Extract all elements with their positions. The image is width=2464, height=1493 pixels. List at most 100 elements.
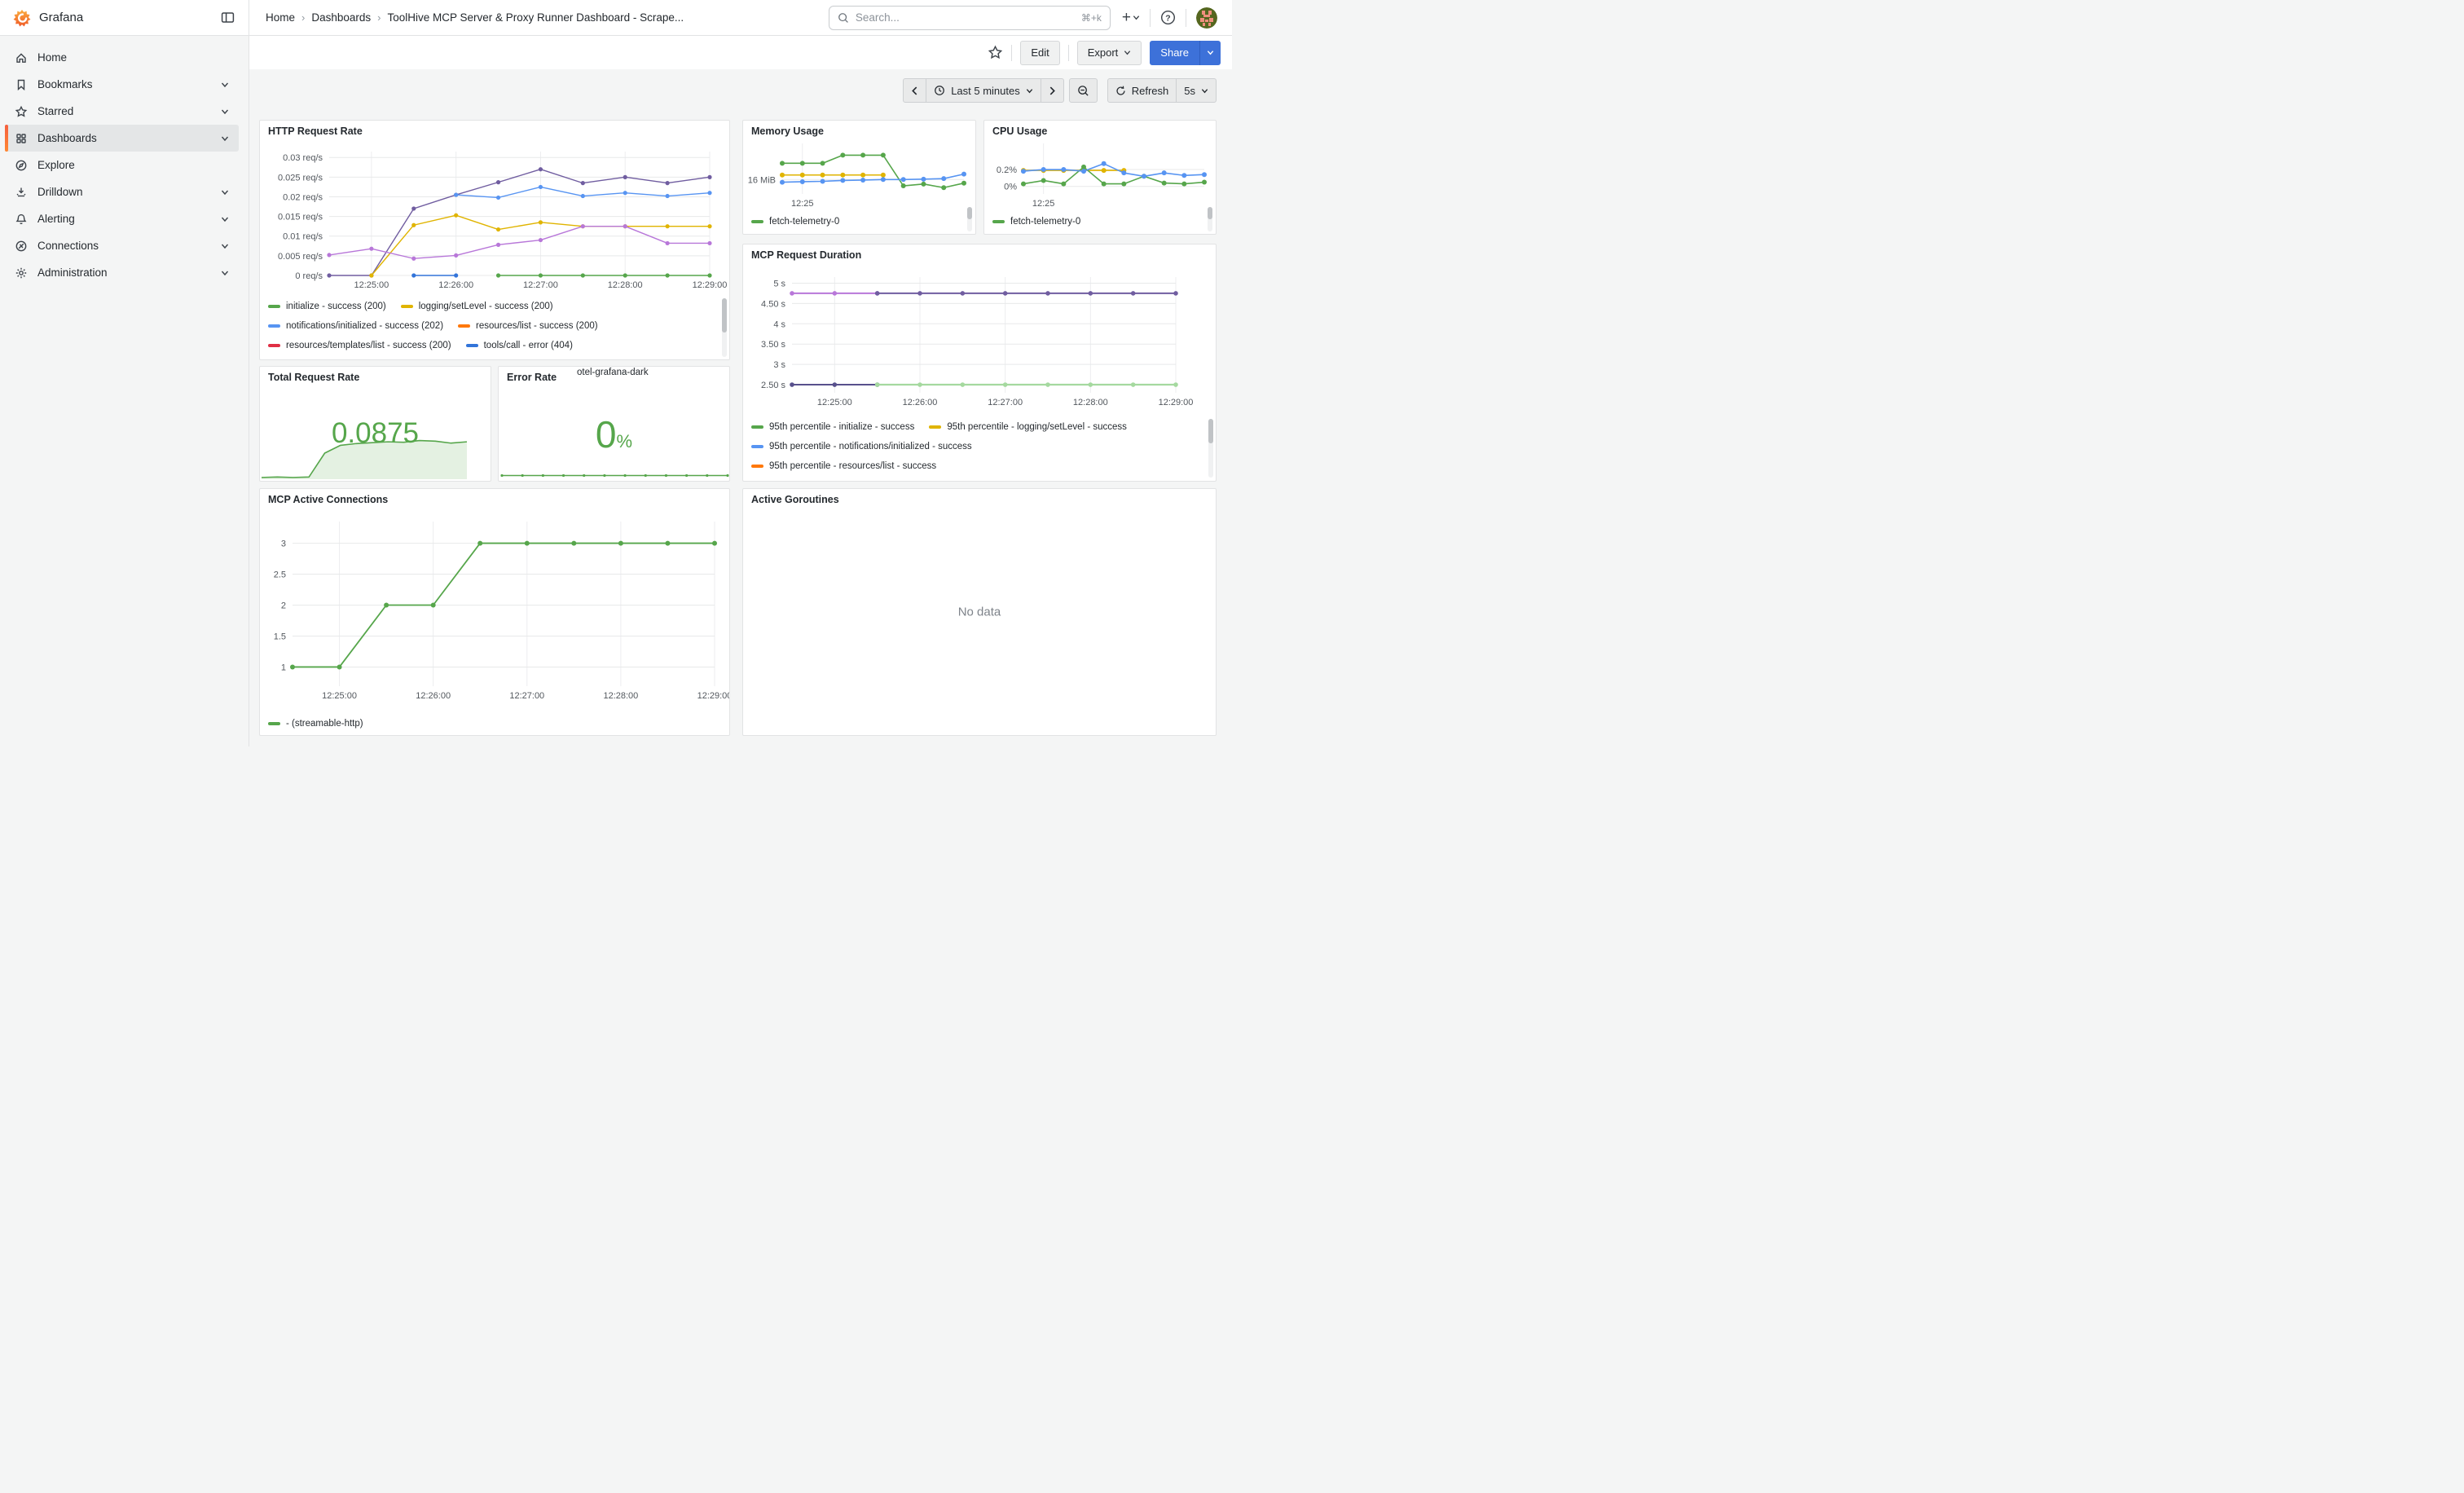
svg-text:12:29:00: 12:29:00: [1159, 398, 1194, 407]
sidebar-item-home[interactable]: Home: [5, 44, 239, 71]
share-menu-button[interactable]: [1199, 41, 1221, 65]
svg-text:12:25: 12:25: [1032, 199, 1055, 209]
refresh-interval-picker[interactable]: 5s: [1176, 78, 1217, 103]
http-request-rate-chart[interactable]: 12:25:0012:26:0012:27:0012:28:0012:29:00…: [260, 142, 729, 295]
sidebar-item-label: Connections: [37, 240, 99, 252]
panel-mcp-request-duration: MCP Request Duration 12:25:0012:26:0012:…: [742, 244, 1217, 482]
legend-item[interactable]: - (streamable-http): [268, 719, 363, 729]
legend-item[interactable]: resources/templates/list - success (200): [268, 341, 451, 350]
chevron-down-icon[interactable]: [221, 242, 229, 250]
legend-item[interactable]: initialize - success (200): [268, 302, 386, 311]
time-range-picker[interactable]: Last 5 minutes: [926, 78, 1041, 103]
panel-error-rate: Error Rate 0%: [498, 366, 730, 482]
legend-item[interactable]: 95th percentile - initialize - success: [751, 422, 914, 432]
share-button[interactable]: Share: [1150, 41, 1199, 65]
panel-title[interactable]: Memory Usage: [751, 126, 824, 137]
panel-title[interactable]: Total Request Rate: [268, 372, 359, 383]
sidebar-item-label: Home: [37, 51, 67, 64]
legend-swatch: [751, 425, 763, 429]
new-menu-button[interactable]: +: [1122, 6, 1140, 30]
breadcrumb-home[interactable]: Home: [266, 11, 295, 24]
zoom-out-time-button[interactable]: [1069, 78, 1098, 103]
svg-text:1.5: 1.5: [274, 632, 286, 641]
cpu-usage-chart[interactable]: 12:250.2%0%: [984, 139, 1216, 207]
legend-item[interactable]: 95th percentile - notifications/initiali…: [751, 442, 972, 451]
chevron-down-icon: [1026, 87, 1033, 95]
mcp-request-duration-chart[interactable]: 12:25:0012:26:0012:27:0012:28:0012:29:00…: [743, 266, 1216, 414]
chevron-down-icon[interactable]: [221, 215, 229, 223]
panel-title[interactable]: MCP Request Duration: [751, 249, 861, 261]
legend-swatch: [268, 305, 280, 308]
panel-title[interactable]: CPU Usage: [992, 126, 1047, 137]
svg-text:12:25:00: 12:25:00: [354, 280, 389, 290]
sidebar-item-dashboards[interactable]: Dashboards: [5, 125, 239, 152]
legend-item[interactable]: logging/setLevel - success (200): [401, 302, 553, 311]
gear-icon: [15, 266, 28, 280]
svg-text:12:28:00: 12:28:00: [603, 691, 638, 701]
sidebar-item-explore[interactable]: Explore: [5, 152, 239, 178]
chevron-down-icon[interactable]: [221, 269, 229, 277]
export-button[interactable]: Export: [1077, 41, 1142, 65]
edit-button[interactable]: Edit: [1020, 41, 1059, 65]
header-divider: [1150, 9, 1151, 27]
legend-scrollbar[interactable]: [1208, 419, 1213, 478]
breadcrumb-dashboards[interactable]: Dashboards: [311, 11, 371, 24]
help-button[interactable]: ?: [1160, 6, 1176, 30]
legend-scrollbar[interactable]: [722, 298, 727, 357]
time-shift-forward-button[interactable]: [1041, 78, 1064, 103]
time-shift-back-button[interactable]: [903, 78, 926, 103]
svg-text:0.015 req/s: 0.015 req/s: [278, 213, 323, 222]
legend-item[interactable]: 95th percentile - resources/list - succe…: [751, 461, 936, 471]
sidebar-item-connections[interactable]: Connections: [5, 232, 239, 259]
legend-swatch: [929, 425, 941, 429]
toolbar-divider: [1011, 45, 1012, 61]
legend-item[interactable]: notifications/initialized - success (202…: [268, 321, 443, 331]
sidebar-item-label: Administration: [37, 266, 108, 279]
legend-item[interactable]: fetch-telemetry-0: [992, 217, 1080, 227]
panel-title[interactable]: Active Goroutines: [751, 494, 839, 505]
svg-text:4 s: 4 s: [773, 319, 785, 329]
legend-item[interactable]: resources/list - success (200): [458, 321, 598, 331]
legend-item[interactable]: 95th percentile - logging/setLevel - suc…: [929, 422, 1127, 432]
search-input-box[interactable]: ⌘+k: [829, 6, 1111, 30]
user-avatar[interactable]: [1196, 7, 1217, 29]
sidebar-item-bookmarks[interactable]: Bookmarks: [5, 71, 239, 98]
svg-text:0.03 req/s: 0.03 req/s: [283, 153, 323, 163]
sidebar-item-label: Drilldown: [37, 186, 83, 198]
svg-text:0.2%: 0.2%: [997, 165, 1017, 175]
legend-scrollbar[interactable]: [1208, 207, 1212, 231]
sidebar-collapse-icon[interactable]: [218, 8, 237, 28]
sidebar-item-label: Bookmarks: [37, 78, 93, 90]
panel-title[interactable]: MCP Active Connections: [268, 494, 388, 505]
memory-legend: fetch-telemetry-0: [751, 212, 964, 231]
home-icon: [15, 51, 28, 64]
sidebar-item-drilldown[interactable]: Drilldown: [5, 178, 239, 205]
sidebar-item-administration[interactable]: Administration: [5, 259, 239, 286]
sidebar-item-starred[interactable]: Starred: [5, 98, 239, 125]
refresh-button[interactable]: Refresh: [1107, 78, 1177, 103]
bell-icon: [15, 213, 28, 226]
svg-text:5 s: 5 s: [773, 279, 785, 288]
sidebar-item-label: Explore: [37, 159, 75, 171]
panel-title[interactable]: HTTP Request Rate: [268, 126, 363, 137]
error-rate-sparkline[interactable]: [500, 465, 729, 479]
chevron-down-icon[interactable]: [221, 108, 229, 116]
panel-title[interactable]: Error Rate: [507, 372, 557, 383]
legend-item[interactable]: tools/call - error (404): [466, 341, 573, 350]
favorite-star-button[interactable]: [988, 45, 1003, 60]
help-icon: ?: [1160, 10, 1176, 25]
cpu-legend: fetch-telemetry-0: [992, 212, 1204, 231]
panel-http-request-rate: HTTP Request Rate 12:25:0012:26:0012:27:…: [259, 120, 730, 360]
memory-usage-chart[interactable]: 12:2516 MiB: [743, 139, 975, 207]
mcp-active-connections-chart[interactable]: 12:25:0012:26:0012:27:0012:28:0012:29:00…: [260, 510, 729, 711]
error-rate-number: 0: [596, 413, 617, 456]
breadcrumb-current: ToolHive MCP Server & Proxy Runner Dashb…: [388, 11, 684, 24]
chevron-down-icon[interactable]: [221, 188, 229, 196]
chevron-down-icon[interactable]: [221, 134, 229, 143]
legend-scrollbar[interactable]: [967, 207, 972, 231]
sidebar-item-alerting[interactable]: Alerting: [5, 205, 239, 232]
search-input[interactable]: [856, 11, 1081, 24]
chevron-down-icon[interactable]: [221, 81, 229, 89]
breadcrumb-separator: ›: [301, 11, 305, 24]
legend-item[interactable]: fetch-telemetry-0: [751, 217, 839, 227]
